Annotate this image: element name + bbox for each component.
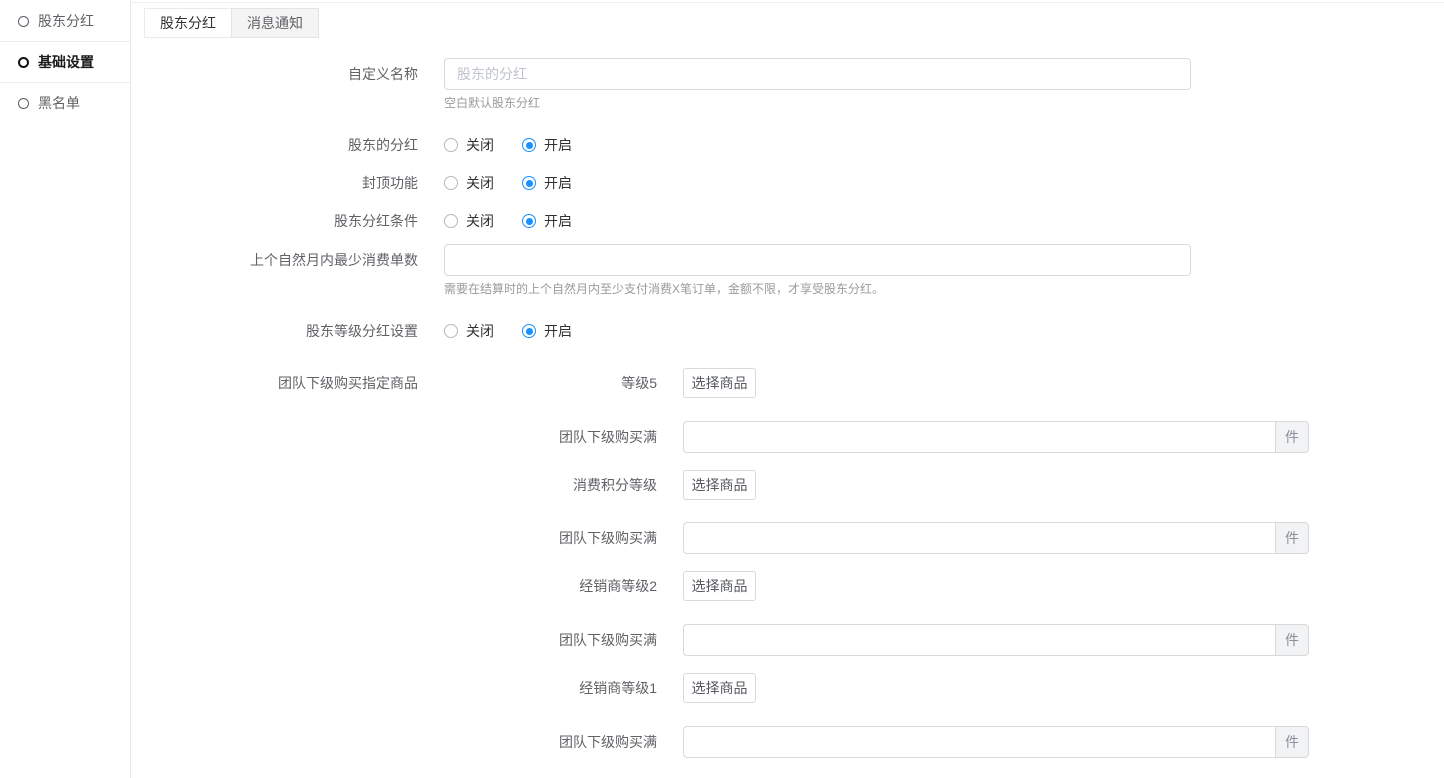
- radio-label: 开启: [544, 135, 572, 155]
- sidebar-item-label: 黑名单: [38, 93, 80, 113]
- radio-label: 关闭: [466, 135, 494, 155]
- qty-input[interactable]: [683, 522, 1275, 554]
- field-label: 自定义名称: [132, 58, 444, 90]
- radio-on[interactable]: 开启: [522, 211, 572, 231]
- field-label: 股东分红条件: [132, 211, 444, 231]
- form-row-level-5-qty: 团队下级购买满 件: [132, 421, 1444, 453]
- qty-label: 团队下级购买满: [132, 726, 683, 758]
- form-row-cap-switch: 封顶功能 关闭 开启: [132, 173, 1444, 193]
- field-label: 股东的分红: [132, 135, 444, 155]
- tab-bar: 股东分红 消息通知: [144, 8, 1444, 38]
- form-row-condition-switch: 股东分红条件 关闭 开启: [132, 211, 1444, 231]
- radio-checked-icon: [522, 138, 536, 152]
- qty-input[interactable]: [683, 421, 1275, 453]
- level-name: 消费积分等级: [132, 470, 683, 500]
- radio-label: 关闭: [466, 211, 494, 231]
- min-orders-input[interactable]: [444, 244, 1191, 276]
- field-label: 股东等级分红设置: [132, 321, 444, 341]
- sidebar-item-basic-settings[interactable]: 基础设置: [0, 42, 130, 82]
- qty-label: 团队下级购买满: [132, 421, 683, 453]
- field-label: 封顶功能: [132, 173, 444, 193]
- level-name: 经销商等级1: [132, 673, 683, 703]
- form-row-custom-name: 自定义名称 空白默认股东分红: [132, 58, 1444, 110]
- radio-off[interactable]: 关闭: [444, 321, 494, 341]
- unit-addon: 件: [1275, 726, 1309, 758]
- qty-input[interactable]: [683, 624, 1275, 656]
- field-help: 空白默认股东分红: [444, 96, 1191, 110]
- radio-off[interactable]: 关闭: [444, 135, 494, 155]
- sidebar-item-label: 基础设置: [38, 52, 94, 72]
- tab-message-notice[interactable]: 消息通知: [231, 8, 319, 38]
- level-name: 经销商等级2: [132, 571, 683, 601]
- unit-addon: 件: [1275, 421, 1309, 453]
- radio-label: 关闭: [466, 173, 494, 193]
- form-row-dealer-level-2: 经销商等级2 选择商品: [132, 571, 1444, 601]
- qty-label: 团队下级购买满: [132, 624, 683, 656]
- sidebar: 股东分红 基础设置 黑名单: [0, 0, 131, 778]
- select-product-button[interactable]: 选择商品: [683, 571, 756, 601]
- form-row-points-level-qty: 团队下级购买满 件: [132, 522, 1444, 554]
- form-row-level-5: 团队下级购买指定商品 等级5 选择商品: [132, 368, 1444, 398]
- custom-name-input[interactable]: [444, 58, 1191, 90]
- form-row-dividend-switch: 股东的分红 关闭 开启: [132, 135, 1444, 155]
- circle-icon: [18, 16, 29, 27]
- form-row-dealer-level-2-qty: 团队下级购买满 件: [132, 624, 1444, 656]
- select-product-button[interactable]: 选择商品: [683, 673, 756, 703]
- radio-checked-icon: [522, 176, 536, 190]
- radio-icon: [444, 138, 458, 152]
- select-product-button[interactable]: 选择商品: [683, 368, 756, 398]
- tab-shareholder-dividend[interactable]: 股东分红: [144, 8, 232, 38]
- form-row-points-level: 消费积分等级 选择商品: [132, 470, 1444, 500]
- radio-on[interactable]: 开启: [522, 135, 572, 155]
- form-row-dealer-level-1-qty: 团队下级购买满 件: [132, 726, 1444, 758]
- unit-addon: 件: [1275, 522, 1309, 554]
- main-content: 股东分红 消息通知 自定义名称 空白默认股东分红 股东的分红 关闭 开启 封顶功…: [132, 0, 1444, 778]
- radio-label: 开启: [544, 173, 572, 193]
- select-product-button[interactable]: 选择商品: [683, 470, 756, 500]
- form-row-dealer-level-1: 经销商等级1 选择商品: [132, 673, 1444, 703]
- qty-input[interactable]: [683, 726, 1275, 758]
- radio-checked-icon: [522, 324, 536, 338]
- field-help: 需要在结算时的上个自然月内至少支付消费X笔订单，金额不限，才享受股东分红。: [444, 282, 1191, 296]
- radio-label: 关闭: [466, 321, 494, 341]
- qty-label: 团队下级购买满: [132, 522, 683, 554]
- radio-checked-icon: [522, 214, 536, 228]
- radio-on[interactable]: 开启: [522, 173, 572, 193]
- radio-label: 开启: [544, 321, 572, 341]
- circle-icon: [18, 98, 29, 109]
- radio-label: 开启: [544, 211, 572, 231]
- circle-icon: [18, 57, 29, 68]
- radio-icon: [444, 324, 458, 338]
- sidebar-item-blacklist[interactable]: 黑名单: [0, 83, 130, 123]
- sidebar-item-label: 股东分红: [38, 11, 94, 31]
- sidebar-item-shareholder-dividend[interactable]: 股东分红: [0, 1, 130, 41]
- field-label: 上个自然月内最少消费单数: [132, 244, 444, 276]
- level-name: 等级5: [444, 368, 683, 398]
- radio-off[interactable]: 关闭: [444, 211, 494, 231]
- radio-icon: [444, 214, 458, 228]
- radio-icon: [444, 176, 458, 190]
- form-row-level-dividend-switch: 股东等级分红设置 关闭 开启: [132, 321, 1444, 341]
- group-label: 团队下级购买指定商品: [132, 368, 444, 398]
- unit-addon: 件: [1275, 624, 1309, 656]
- form-row-min-orders: 上个自然月内最少消费单数 需要在结算时的上个自然月内至少支付消费X笔订单，金额不…: [132, 244, 1444, 296]
- radio-on[interactable]: 开启: [522, 321, 572, 341]
- radio-off[interactable]: 关闭: [444, 173, 494, 193]
